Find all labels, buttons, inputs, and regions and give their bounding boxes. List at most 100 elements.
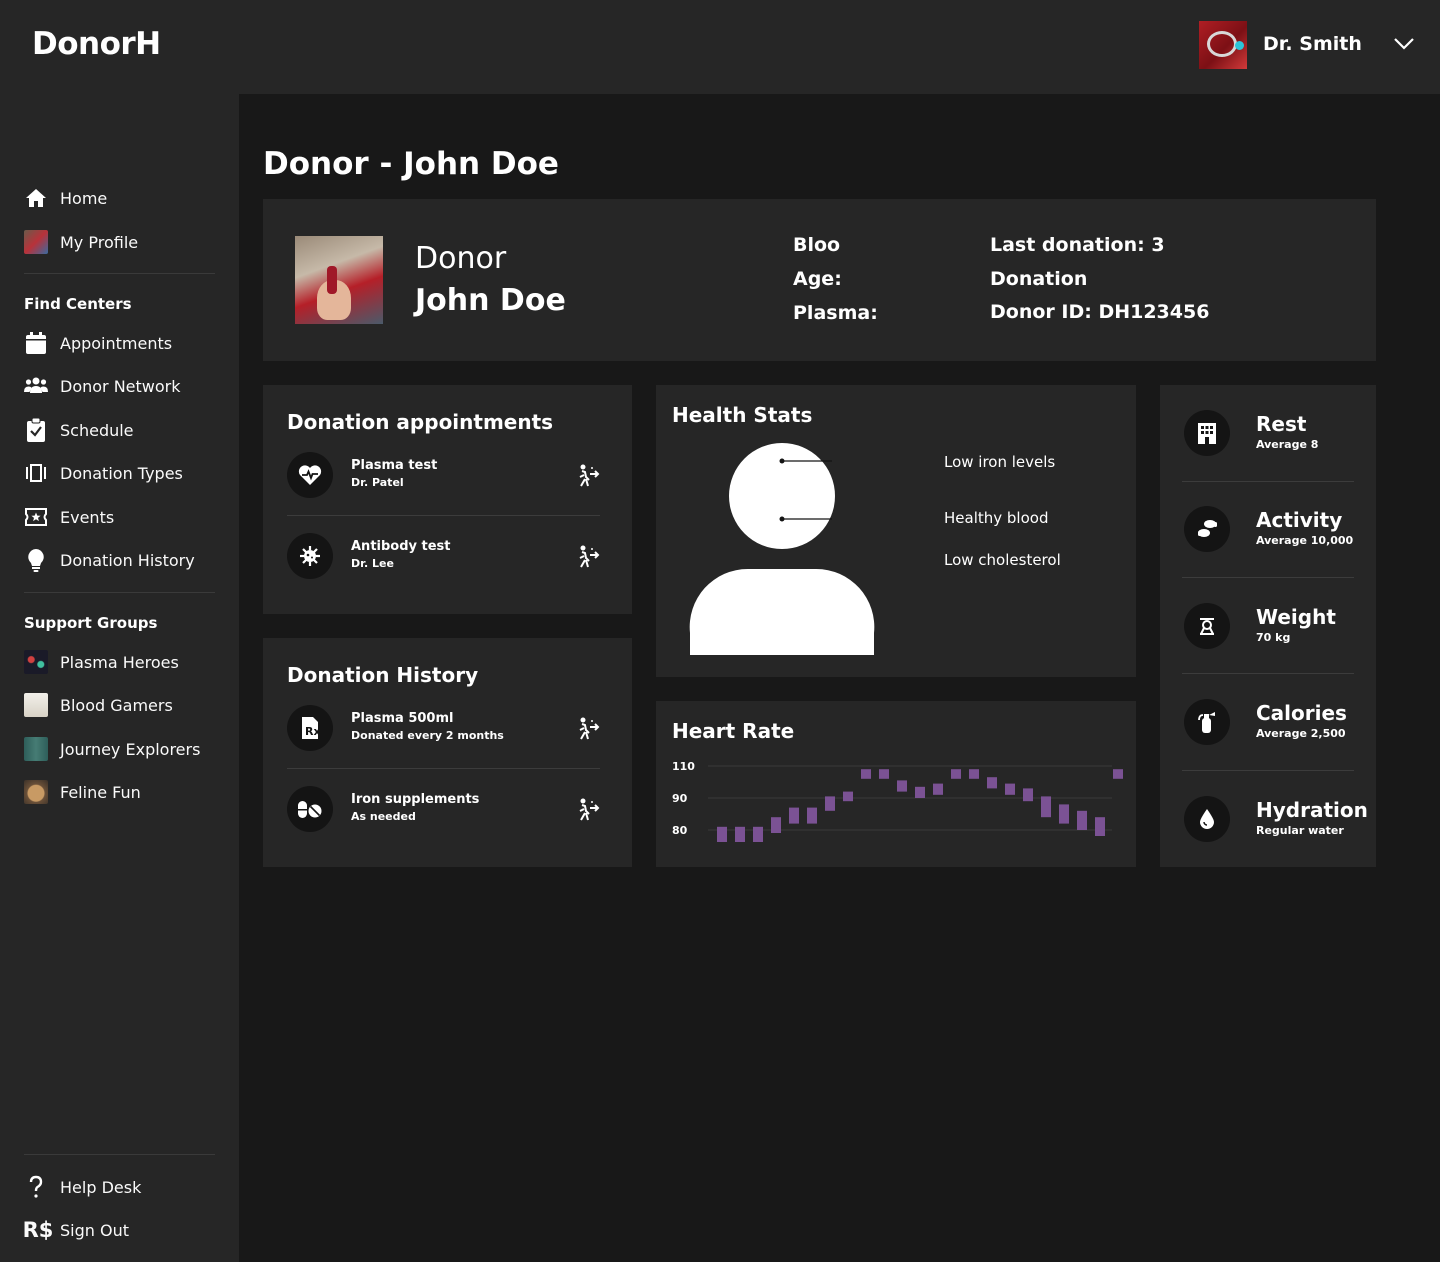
history-sub: Donated every 2 months: [351, 729, 504, 742]
scale-icon: [1184, 603, 1230, 649]
chart-bar: [1005, 783, 1015, 795]
stat-sub: Regular water: [1256, 824, 1344, 837]
health-label: Low iron levels: [944, 453, 1056, 471]
stat-weight[interactable]: Weight 70 kg: [1184, 603, 1354, 653]
walk-exit-icon[interactable]: [574, 463, 600, 489]
appointment-doctor: Dr. Lee: [351, 557, 394, 570]
chart-bar: [825, 796, 835, 811]
sidebar-item-label: Donor Network: [60, 376, 181, 396]
top-bar: DonorH Dr. Smith: [0, 0, 1440, 94]
chart-bar: [1095, 817, 1105, 836]
heart-rate-chart: 80 90 110: [672, 760, 1123, 842]
list-item[interactable]: Plasma test Dr. Patel: [287, 452, 600, 500]
app-logo[interactable]: DonorH: [32, 26, 161, 62]
chart-bar: [861, 769, 871, 779]
sidebar-item-label: Home: [60, 188, 108, 208]
history-sub: As needed: [351, 810, 416, 823]
list-item[interactable]: Antibody test Dr. Lee: [287, 533, 600, 581]
pills-icon: [287, 786, 333, 832]
sidebar-item-donation-history[interactable]: Donation History: [24, 547, 224, 573]
chart-tick-label: 110: [672, 760, 695, 773]
chart-bar: [1077, 810, 1087, 830]
sidebar-item-donation-types[interactable]: Donation Types: [24, 460, 224, 486]
sidebar-item-plasma-heroes[interactable]: Plasma Heroes: [24, 649, 224, 675]
chart-bar: [879, 769, 889, 779]
list-item[interactable]: Iron supplements As needed: [287, 786, 600, 834]
chart-bar: [933, 783, 943, 795]
sidebar-item-help-desk[interactable]: Help Desk: [24, 1174, 224, 1200]
chart-bar: [789, 807, 799, 824]
chart-bar: [1059, 804, 1069, 824]
sidebar-divider: [24, 273, 215, 274]
user-avatar[interactable]: [1199, 21, 1247, 69]
row-divider: [287, 768, 600, 769]
sidebar-item-sign-out[interactable]: R$ Sign Out: [23, 1217, 224, 1243]
donor-name: John Doe: [415, 283, 566, 318]
question-icon: [24, 1175, 48, 1199]
appointments-title: Donation appointments: [287, 410, 554, 434]
chart-bar: [807, 807, 817, 824]
walk-exit-icon[interactable]: [574, 716, 600, 742]
lightbulb-icon: [24, 548, 48, 572]
group-thumbnail: [24, 650, 48, 674]
virus-icon: [287, 533, 333, 579]
profile-field-donation: Donation: [990, 268, 1088, 290]
sidebar-item-label: My Profile: [60, 232, 139, 252]
sidebar-item-blood-gamers[interactable]: Blood Gamers: [24, 692, 224, 718]
sidebar-item-journey-explorers[interactable]: Journey Explorers: [24, 736, 224, 762]
sidebar-item-donor-network[interactable]: Donor Network: [24, 373, 224, 399]
section-title-find-centers: Find Centers: [24, 295, 132, 313]
stat-title: Activity: [1256, 508, 1343, 532]
stat-hydration[interactable]: Hydration Regular water: [1184, 796, 1368, 846]
stat-activity[interactable]: Activity Average 10,000: [1184, 506, 1354, 556]
walk-exit-icon[interactable]: [574, 544, 600, 570]
stat-title: Calories: [1256, 701, 1347, 725]
stat-calories[interactable]: Calories Average 2,500: [1184, 699, 1354, 749]
stat-rest[interactable]: Rest Average 8: [1184, 410, 1354, 460]
sidebar-divider: [24, 1154, 215, 1155]
sidebar-item-label: Plasma Heroes: [60, 652, 179, 672]
users-icon: [24, 374, 48, 398]
health-stats-card: Health Stats Low iron levels Healthy blo…: [656, 385, 1136, 677]
svg-text:Rx: Rx: [305, 725, 319, 738]
walk-exit-icon[interactable]: [574, 797, 600, 823]
list-item[interactable]: Rx Plasma 500ml Donated every 2 months: [287, 705, 600, 753]
row-divider: [287, 515, 600, 516]
stat-sub: 70 kg: [1256, 631, 1291, 644]
stat-divider: [1182, 770, 1354, 771]
sidebar-item-label: Feline Fun: [60, 782, 141, 802]
sidebar-item-label: Sign Out: [60, 1220, 129, 1240]
sidebar: Home My Profile Find Centers Appointment…: [0, 94, 239, 1262]
user-menu[interactable]: Dr. Smith: [1199, 21, 1419, 69]
sidebar-item-label: Appointments: [60, 333, 173, 353]
sidebar-item-my-profile[interactable]: My Profile: [24, 229, 224, 255]
page-title: Donor - John Doe: [263, 146, 559, 182]
sidebar-item-appointments[interactable]: Appointments: [24, 330, 224, 356]
user-name[interactable]: Dr. Smith: [1263, 33, 1362, 55]
stat-title: Weight: [1256, 605, 1336, 629]
sidebar-item-events[interactable]: Events: [24, 504, 224, 530]
stat-sub: Average 10,000: [1256, 534, 1354, 547]
profile-thumbnail: [24, 230, 48, 254]
sidebar-item-label: Schedule: [60, 420, 134, 440]
sidebar-item-label: Events: [60, 507, 115, 527]
donation-history-title: Donation History: [287, 663, 479, 687]
chart-bar: [1041, 796, 1051, 818]
sidebar-item-label: Donation Types: [60, 463, 183, 483]
sidebar-item-label: Donation History: [60, 550, 195, 570]
ticket-icon: [24, 505, 48, 529]
chevron-down-icon[interactable]: [1393, 35, 1415, 51]
chart-bar: [717, 826, 727, 842]
sidebar-item-schedule[interactable]: Schedule: [24, 417, 224, 443]
building-icon: [1184, 410, 1230, 456]
sidebar-item-feline-fun[interactable]: Feline Fun: [24, 779, 224, 805]
profile-field-age: Age:: [793, 268, 842, 290]
section-title-support-groups: Support Groups: [24, 614, 158, 632]
health-label: Healthy blood: [944, 509, 1049, 527]
group-thumbnail: [24, 737, 48, 761]
footprints-icon: [1184, 506, 1230, 552]
profile-field-last-donation: Last donation: 3: [990, 234, 1165, 256]
appointment-title: Plasma test: [351, 458, 438, 473]
sidebar-item-home[interactable]: Home: [24, 185, 224, 211]
stat-sub: Average 2,500: [1256, 727, 1346, 740]
